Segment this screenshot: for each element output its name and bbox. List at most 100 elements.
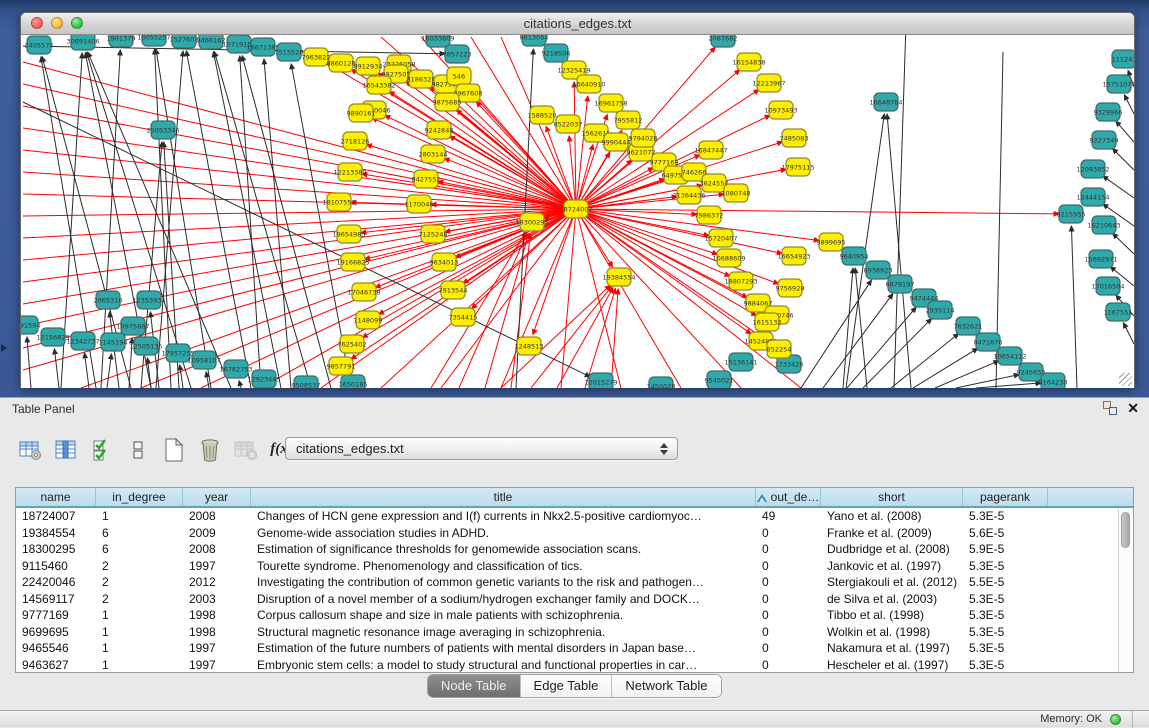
network-window-titlebar[interactable]: citations_edges.txt: [21, 13, 1134, 35]
column-header-name[interactable]: name: [16, 488, 96, 506]
table-cell[interactable]: 1997: [183, 657, 251, 674]
table-cell[interactable]: 5.3E-5: [963, 558, 1048, 575]
table-cell[interactable]: 6: [96, 541, 183, 558]
table-cell[interactable]: 0: [756, 525, 821, 542]
table-cell[interactable]: Stergiakouli et al. (2012): [821, 574, 963, 591]
table-cell[interactable]: 5.3E-5: [963, 657, 1048, 674]
scrollbar-thumb[interactable]: [1121, 512, 1130, 548]
table-row[interactable]: 1872400712008Changes of HCN gene express…: [16, 508, 1133, 525]
table-cell[interactable]: 1: [96, 624, 183, 641]
table-mode-icon[interactable]: [16, 436, 43, 463]
table-cell[interactable]: Estimation of significance thresholds fo…: [251, 541, 756, 558]
table-cell[interactable]: Disruption of a novel member of a sodium…: [251, 591, 756, 608]
table-cell[interactable]: de Silva et al. (2003): [821, 591, 963, 608]
table-cell[interactable]: 14569117: [16, 591, 96, 608]
table-cell[interactable]: 2: [96, 558, 183, 575]
table-cell[interactable]: 0: [756, 607, 821, 624]
table-cell[interactable]: 5.3E-5: [963, 508, 1048, 525]
table-cell[interactable]: 49: [756, 508, 821, 525]
panel-splitter-arrow[interactable]: [1, 344, 7, 352]
column-header-year[interactable]: year: [183, 488, 251, 506]
table-cell[interactable]: Structural magnetic resonance image aver…: [251, 624, 756, 641]
delete-table-icon[interactable]: [232, 436, 259, 463]
table-cell[interactable]: 5.6E-5: [963, 525, 1048, 542]
memory-status-dot[interactable]: [1110, 714, 1121, 725]
table-row[interactable]: 946554611997Estimation of the future num…: [16, 640, 1133, 657]
table-cell[interactable]: 19384554: [16, 525, 96, 542]
table-cell[interactable]: 5.9E-5: [963, 541, 1048, 558]
delete-column-icon[interactable]: [196, 436, 223, 463]
table-row[interactable]: 911546021997Tourette syndrome. Phenomeno…: [16, 558, 1133, 575]
column-header-in_degree[interactable]: in_degree: [96, 488, 183, 506]
table-row[interactable]: 1830029562008Estimation of significance …: [16, 541, 1133, 558]
table-cell[interactable]: Tibbo et al. (1998): [821, 607, 963, 624]
table-cell[interactable]: 18724007: [16, 508, 96, 525]
table-cell[interactable]: 5.3E-5: [963, 591, 1048, 608]
table-cell[interactable]: 5.5E-5: [963, 574, 1048, 591]
table-cell[interactable]: 0: [756, 541, 821, 558]
table-cell[interactable]: 0: [756, 640, 821, 657]
table-cell[interactable]: Jankovic et al. (1997): [821, 558, 963, 575]
tab-node-table[interactable]: Node Table: [428, 675, 521, 697]
table-cell[interactable]: Estimation of the future numbers of pati…: [251, 640, 756, 657]
table-cell[interactable]: Tourette syndrome. Phenomenology and cla…: [251, 558, 756, 575]
tab-network-table[interactable]: Network Table: [612, 675, 720, 697]
table-cell[interactable]: 2: [96, 574, 183, 591]
table-cell[interactable]: 1: [96, 508, 183, 525]
table-cell[interactable]: 0: [756, 558, 821, 575]
table-cell[interactable]: 0: [756, 591, 821, 608]
table-cell[interactable]: Embryonic stem cells: a model to study s…: [251, 657, 756, 674]
table-cell[interactable]: Nakamura et al. (1997): [821, 640, 963, 657]
table-cell[interactable]: Genome-wide association studies in ADHD.: [251, 525, 756, 542]
table-cell[interactable]: Changes of HCN gene expression and I(f) …: [251, 508, 756, 525]
column-header-out_de[interactable]: out_de…: [756, 488, 821, 506]
table-cell[interactable]: 2: [96, 591, 183, 608]
table-cell[interactable]: 0: [756, 624, 821, 641]
table-cell[interactable]: 1997: [183, 640, 251, 657]
network-canvas[interactable]: 2405574306914061901379100552571527602946…: [21, 35, 1134, 388]
table-cell[interactable]: 9115460: [16, 558, 96, 575]
table-cell[interactable]: 2003: [183, 591, 251, 608]
table-cell[interactable]: Corpus callosum shape and size in male p…: [251, 607, 756, 624]
close-panel-icon[interactable]: ✕: [1127, 401, 1139, 415]
table-cell[interactable]: 1: [96, 657, 183, 674]
table-cell[interactable]: 9699695: [16, 624, 96, 641]
table-cell[interactable]: 0: [756, 574, 821, 591]
row-height-icon[interactable]: [124, 436, 151, 463]
table-cell[interactable]: 9465546: [16, 640, 96, 657]
column-header-short[interactable]: short: [821, 488, 963, 506]
table-cell[interactable]: Wolkin et al. (1998): [821, 624, 963, 641]
table-cell[interactable]: 1997: [183, 558, 251, 575]
table-cell[interactable]: 1: [96, 640, 183, 657]
float-panel-icon[interactable]: [1103, 401, 1117, 415]
table-row[interactable]: 946362711997Embryonic stem cells: a mode…: [16, 657, 1133, 674]
table-cell[interactable]: 0: [756, 657, 821, 674]
table-cell[interactable]: 2008: [183, 508, 251, 525]
table-cell[interactable]: 2009: [183, 525, 251, 542]
show-columns-icon[interactable]: [52, 436, 79, 463]
table-cell[interactable]: 18300295: [16, 541, 96, 558]
table-cell[interactable]: Dudbridge et al. (2008): [821, 541, 963, 558]
table-cell[interactable]: 5.3E-5: [963, 640, 1048, 657]
table-vertical-scrollbar[interactable]: [1118, 509, 1132, 672]
table-source-dropdown[interactable]: citations_edges.txt: [285, 437, 678, 460]
table-row[interactable]: 969969511998Structural magnetic resonanc…: [16, 624, 1133, 641]
column-header-title[interactable]: title: [251, 488, 756, 506]
table-cell[interactable]: 9463627: [16, 657, 96, 674]
table-cell[interactable]: 1998: [183, 624, 251, 641]
table-cell[interactable]: 5.3E-5: [963, 624, 1048, 641]
table-cell[interactable]: 2012: [183, 574, 251, 591]
table-cell[interactable]: 1: [96, 607, 183, 624]
table-cell[interactable]: 5.3E-5: [963, 607, 1048, 624]
table-cell[interactable]: 22420046: [16, 574, 96, 591]
select-rows-icon[interactable]: [88, 436, 115, 463]
table-cell[interactable]: 2008: [183, 541, 251, 558]
table-cell[interactable]: 9777169: [16, 607, 96, 624]
canvas-resize-grip[interactable]: [1119, 373, 1132, 386]
table-row[interactable]: 2242004622012Investigating the contribut…: [16, 574, 1133, 591]
new-column-icon[interactable]: [160, 436, 187, 463]
citation-graph[interactable]: 2405574306914061901379100552571527602946…: [21, 35, 1134, 388]
table-cell[interactable]: Hescheler et al. (1997): [821, 657, 963, 674]
table-cell[interactable]: Yano et al. (2008): [821, 508, 963, 525]
table-cell[interactable]: Franke et al. (2009): [821, 525, 963, 542]
